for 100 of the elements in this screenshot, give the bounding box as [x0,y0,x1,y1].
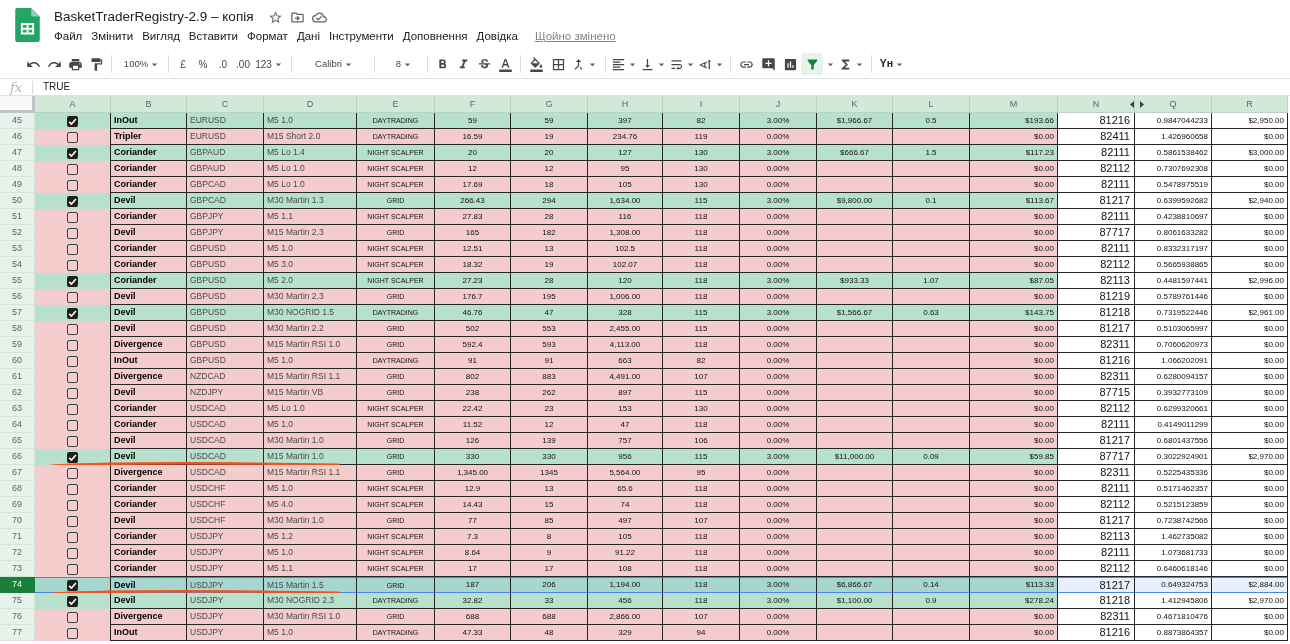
row-header[interactable]: 47 [0,145,35,161]
checkbox[interactable] [67,627,78,639]
checkbox[interactable] [67,563,78,575]
checkbox[interactable] [67,243,78,255]
column-header[interactable]: G [511,96,588,113]
row-header[interactable]: 60 [0,353,35,369]
column-header[interactable]: J [740,96,817,113]
column-header[interactable]: K [817,96,893,113]
menu-item[interactable]: Дані [296,30,320,43]
checkbox[interactable] [67,179,78,191]
menu-item[interactable]: Доповнення [402,30,468,43]
checkbox[interactable] [67,579,78,591]
checkbox[interactable] [67,259,78,271]
row-header[interactable]: 50 [0,193,35,209]
checkbox[interactable] [67,531,78,543]
menu-item[interactable]: Файл [54,30,83,43]
checkbox[interactable] [67,419,78,431]
input-tools-button[interactable]: Yн [876,53,910,75]
menu-item[interactable]: Формат [247,30,288,43]
row-header[interactable]: 66 [0,449,35,465]
column-header[interactable]: Q [1135,96,1212,113]
menu-item[interactable]: Довідка [476,30,518,43]
increase-decimal-button[interactable]: .00 [233,53,253,75]
checkbox[interactable] [67,291,78,303]
checkbox[interactable] [67,387,78,399]
checkbox[interactable] [67,131,78,143]
checkbox[interactable] [67,515,78,527]
checkbox[interactable] [67,371,78,383]
formula-input[interactable]: TRUE [33,79,1290,95]
checkbox[interactable] [67,467,78,479]
checkbox[interactable] [67,227,78,239]
column-header[interactable]: M [970,96,1058,113]
row-header[interactable]: 71 [0,529,35,545]
column-header[interactable]: D [264,96,357,113]
column-header[interactable]: A [35,96,111,113]
row-header[interactable]: 72 [0,545,35,561]
row-header[interactable]: 46 [0,129,35,145]
row-header[interactable]: 55 [0,273,35,289]
row-header[interactable]: 52 [0,225,35,241]
checkbox[interactable] [67,323,78,335]
row-header[interactable]: 68 [0,481,35,497]
font-size-dropdown-button[interactable]: 8 [379,53,423,75]
row-header[interactable]: 64 [0,417,35,433]
column-header[interactable]: B [111,96,187,113]
filter-button[interactable] [801,53,823,75]
column-header[interactable]: I [663,96,740,113]
menu-item[interactable]: Вставити [188,30,239,43]
row-header[interactable]: 70 [0,513,35,529]
row-header[interactable]: 61 [0,369,35,385]
checkbox[interactable] [67,211,78,223]
row-header[interactable]: 59 [0,337,35,353]
decrease-decimal-button[interactable]: .0 [213,53,233,75]
number-format-button[interactable]: 123 [253,53,287,75]
checkbox[interactable] [67,147,78,159]
currency-button[interactable]: £ [173,53,193,75]
font-dropdown-button[interactable]: Calibri [296,53,370,75]
checkbox[interactable] [67,611,78,623]
row-header[interactable]: 54 [0,257,35,273]
right-triangle-icon[interactable] [1140,101,1144,108]
row-header[interactable]: 48 [0,161,35,177]
column-header[interactable]: H [588,96,663,113]
row-header[interactable]: 49 [0,177,35,193]
row-header[interactable]: 65 [0,433,35,449]
menu-item[interactable]: Вигляд [142,30,180,43]
row-header[interactable]: 63 [0,401,35,417]
row-header[interactable]: 73 [0,561,35,577]
row-header[interactable]: 69 [0,497,35,513]
column-header[interactable]: F [435,96,511,113]
checkbox[interactable] [67,403,78,415]
checkbox[interactable] [67,355,78,367]
column-header[interactable]: L [893,96,970,113]
column-header[interactable]: R [1212,96,1288,113]
percent-button[interactable]: % [193,53,213,75]
checkbox[interactable] [67,195,78,207]
last-edit-link[interactable]: Щойно змінено [534,30,616,43]
row-header[interactable]: 77 [0,625,35,641]
column-header[interactable]: E [357,96,435,113]
checkbox[interactable] [67,595,78,607]
star-icon[interactable] [267,9,283,25]
left-triangle-icon[interactable] [1130,101,1134,108]
document-title[interactable]: BasketTraderRegistry-2.9 – копія [54,10,254,24]
checkbox[interactable] [67,483,78,495]
column-header[interactable]: C [187,96,264,113]
row-header[interactable]: 76 [0,609,35,625]
row-header[interactable]: 74 [0,577,35,593]
zoom-dropdown-button[interactable]: 100% [116,53,164,75]
row-header[interactable]: 75 [0,593,35,609]
row-header[interactable]: 58 [0,321,35,337]
row-header[interactable]: 51 [0,209,35,225]
checkbox[interactable] [67,451,78,463]
checkbox[interactable] [67,435,78,447]
row-header[interactable]: 57 [0,305,35,321]
spreadsheet-logo-icon[interactable] [15,8,40,42]
menu-item[interactable]: Інструменти [329,30,394,43]
row-header[interactable]: 53 [0,241,35,257]
checkbox[interactable] [67,115,78,127]
checkbox[interactable] [67,163,78,175]
checkbox[interactable] [67,339,78,351]
checkbox[interactable] [67,499,78,511]
checkbox[interactable] [67,275,78,287]
